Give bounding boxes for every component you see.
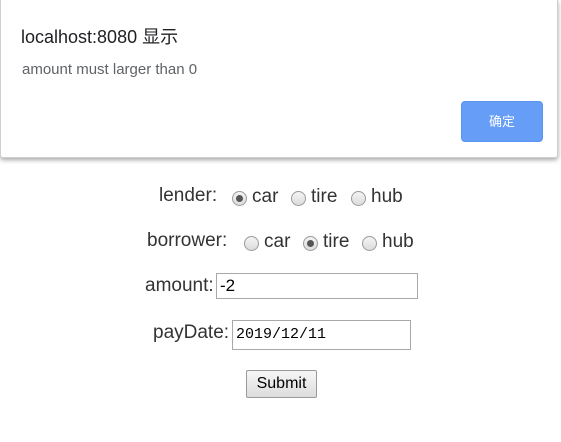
- alert-dialog: localhost:8080 显示 amount must larger tha…: [0, 0, 558, 158]
- submit-button[interactable]: Submit: [246, 370, 317, 398]
- lender-option-car[interactable]: car: [232, 186, 278, 208]
- page: lender: car tire hub borrower: car tire …: [0, 0, 561, 442]
- lender-option-hub[interactable]: hub: [351, 186, 403, 208]
- paydate-input[interactable]: 2019/12/11: [232, 320, 411, 350]
- lender-radio-hub[interactable]: [351, 190, 366, 206]
- borrower-option-hub-label: hub: [382, 231, 414, 252]
- lender-radio-car[interactable]: [232, 190, 247, 206]
- lender-option-tire-label: tire: [311, 186, 338, 207]
- borrower-option-tire-label: tire: [323, 231, 350, 252]
- borrower-label: borrower:: [147, 230, 228, 251]
- amount-input[interactable]: -2: [216, 273, 418, 299]
- lender-option-hub-label: hub: [371, 186, 403, 207]
- borrower-option-car[interactable]: car: [244, 231, 290, 253]
- lender-radio-tire[interactable]: [291, 190, 306, 206]
- ok-button[interactable]: 确定: [461, 101, 543, 142]
- paydate-label: payDate:: [153, 322, 230, 343]
- dialog-title: localhost:8080 显示: [21, 27, 179, 47]
- lender-option-car-label: car: [252, 186, 279, 207]
- dialog-message: amount must larger than 0: [22, 61, 198, 78]
- lender-label: lender:: [159, 185, 218, 206]
- borrower-radio-car[interactable]: [244, 235, 259, 251]
- borrower-option-hub[interactable]: hub: [362, 231, 414, 253]
- lender-option-tire[interactable]: tire: [291, 186, 337, 208]
- borrower-option-car-label: car: [264, 231, 291, 252]
- borrower-radio-hub[interactable]: [362, 235, 377, 251]
- borrower-option-tire[interactable]: tire: [303, 231, 349, 253]
- amount-label: amount:: [145, 275, 214, 296]
- borrower-radio-tire[interactable]: [303, 235, 318, 251]
